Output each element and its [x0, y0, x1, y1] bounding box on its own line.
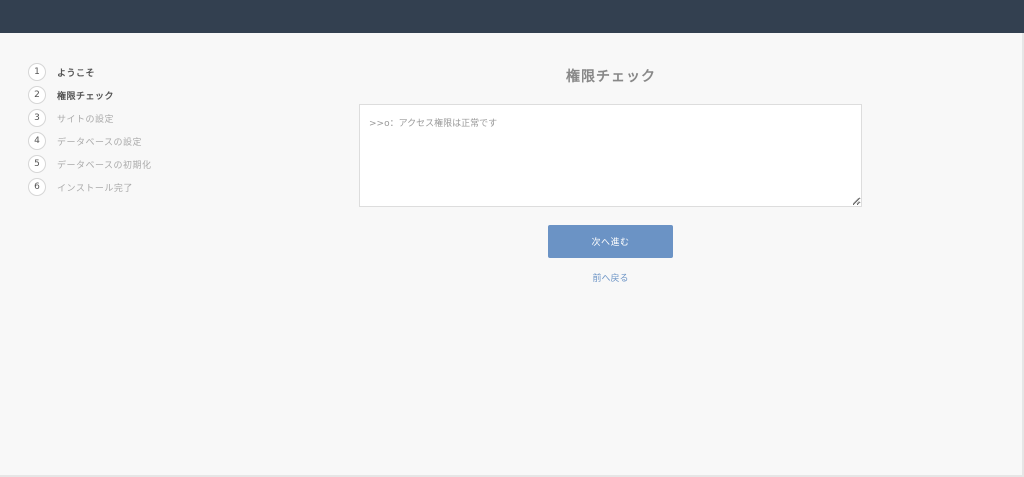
step-label: 権限チェック: [57, 91, 115, 102]
step-label: サイトの設定: [57, 114, 115, 125]
step-label: ようこそ: [57, 68, 96, 79]
step-item-install-complete: 6 インストール完了: [28, 178, 152, 196]
step-item-welcome: 1 ようこそ: [28, 63, 152, 81]
step-number: 3: [28, 109, 46, 127]
result-text: >>o：アクセス権限は正常です: [369, 119, 498, 129]
page-title: 権限チェック: [566, 69, 656, 85]
step-label: インストール完了: [57, 183, 133, 194]
next-button[interactable]: 次へ進む: [548, 225, 673, 258]
resize-handle-icon[interactable]: [853, 198, 859, 204]
step-number: 2: [28, 86, 46, 104]
step-label: データベースの初期化: [57, 160, 152, 171]
step-item-site-settings: 3 サイトの設定: [28, 109, 152, 127]
step-number: 1: [28, 63, 46, 81]
top-header-bar: [0, 0, 1024, 33]
step-number: 6: [28, 178, 46, 196]
permission-result-textarea[interactable]: >>o：アクセス権限は正常です: [359, 104, 862, 207]
step-number: 4: [28, 132, 46, 150]
step-item-database-init: 5 データベースの初期化: [28, 155, 152, 173]
step-item-permission-check: 2 権限チェック: [28, 86, 152, 104]
step-item-database-settings: 4 データベースの設定: [28, 132, 152, 150]
back-link[interactable]: 前へ戻る: [548, 271, 673, 284]
step-number: 5: [28, 155, 46, 173]
install-steps-list: 1 ようこそ 2 権限チェック 3 サイトの設定 4 データベースの設定 5 デ…: [28, 63, 152, 201]
step-label: データベースの設定: [57, 137, 143, 148]
